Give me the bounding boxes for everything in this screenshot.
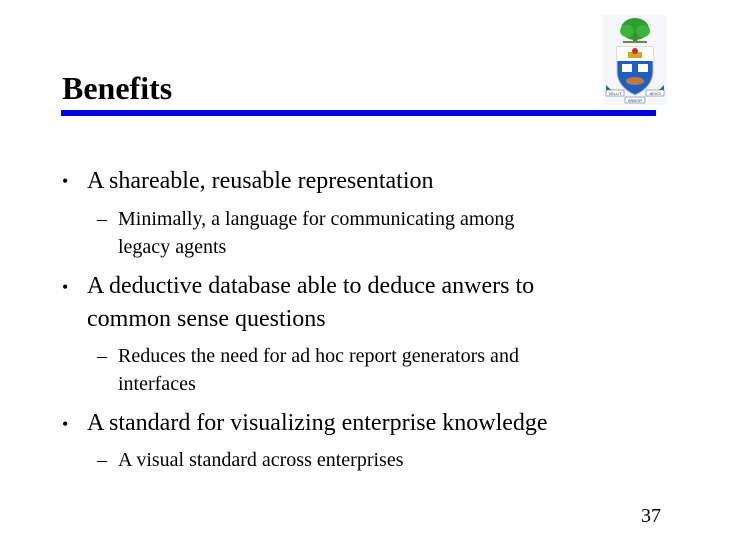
dash-icon: – — [97, 345, 107, 367]
bullet-3-text: A standard for visualizing enterprise kn… — [87, 410, 548, 436]
bullet-2-text-line-2: common sense questions — [87, 306, 326, 332]
bullet-1-sub-line-1: Minimally, a language for communicating … — [118, 208, 515, 230]
crest-label-arbor: ARBOR — [628, 98, 642, 103]
crest-label-velut: VELUT — [609, 91, 622, 96]
bullet-2-sub-line-1: Reduces the need for ad hoc report gener… — [118, 345, 519, 367]
crest-label-aevo: AEVO — [649, 91, 660, 96]
bullet-3-sub-line-1: A visual standard across enterprises — [118, 449, 404, 471]
university-crest-icon: VELUT AEVO ARBOR — [603, 15, 667, 105]
title-underline — [61, 110, 656, 116]
bullet-2-text-line-1: A deductive database able to deduce anwe… — [87, 273, 535, 299]
slide-title: Benefits — [62, 70, 173, 106]
bullet-2-sub-line-2: interfaces — [118, 373, 196, 395]
bullet-1-text: A shareable, reusable representation — [87, 168, 434, 194]
dash-icon: – — [97, 449, 107, 471]
bullet-icon: • — [62, 414, 69, 434]
page-number: 37 — [641, 505, 661, 527]
bullet-icon: • — [62, 277, 69, 297]
bullet-icon: • — [62, 171, 69, 191]
bullet-1-sub-line-2: legacy agents — [118, 236, 227, 258]
dash-icon: – — [97, 208, 107, 230]
